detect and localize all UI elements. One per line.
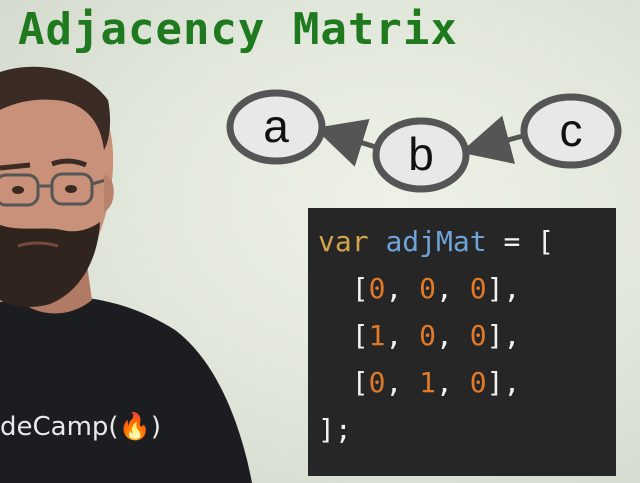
node-c: c	[520, 93, 622, 169]
code-block: var adjMat = [ [0, 0, 0], [1, 0, 0], [0,…	[308, 208, 616, 476]
code-row: [0, 0, 0],	[318, 272, 521, 305]
node-a: a	[226, 89, 326, 165]
node-b-label: b	[408, 128, 434, 180]
matrix-cell: 0	[419, 272, 437, 305]
matrix-cell: 0	[368, 272, 386, 305]
matrix-cell: 1	[368, 319, 386, 352]
node-a-label: a	[263, 100, 289, 152]
matrix-cell: 0	[419, 319, 437, 352]
code-line-closing: ];	[318, 413, 352, 446]
matrix-cell: 1	[419, 366, 437, 399]
presenter-figure	[0, 66, 252, 483]
code-identifier: adjMat	[385, 225, 487, 258]
code-line-declaration: var adjMat = [	[318, 218, 616, 265]
matrix-cell: 0	[469, 366, 487, 399]
video-frame: Adjacency Matrix deCamp(🔥) a b c var adj…	[0, 0, 640, 483]
shirt-logo-text: deCamp(🔥)	[0, 412, 162, 442]
matrix-cell: 0	[368, 366, 386, 399]
node-c-label: c	[560, 104, 583, 156]
code-row: [0, 1, 0],	[318, 366, 521, 399]
code-keyword: var	[318, 225, 369, 258]
code-assign: = [	[503, 225, 555, 258]
graph-diagram: a b c	[226, 89, 622, 193]
edge-b-to-a	[314, 118, 383, 167]
code-row: [1, 0, 0],	[318, 319, 521, 352]
node-b: b	[372, 117, 470, 193]
matrix-cell: 0	[469, 272, 487, 305]
matrix-cell: 0	[469, 319, 487, 352]
